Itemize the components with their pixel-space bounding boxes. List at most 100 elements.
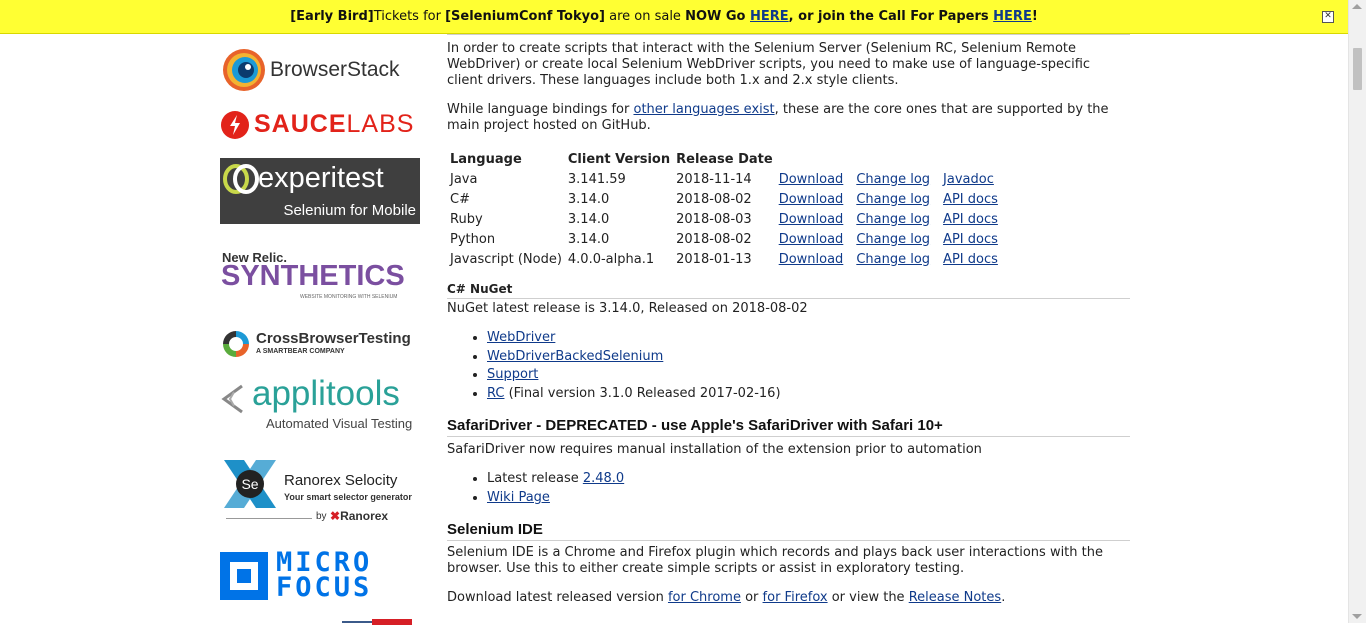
list-item: Wiki Page — [487, 489, 624, 508]
svg-text:Se: Se — [241, 476, 258, 492]
bindings-text-a: While language bindings for — [447, 102, 634, 117]
cell-version: 4.0.0-alpha.1 — [567, 251, 655, 267]
sponsor-saucelabs[interactable]: SAUCELABS — [218, 108, 423, 142]
sponsor-crossbrowsertesting[interactable]: CrossBrowserTesting A SMARTBEAR COMPANY — [218, 328, 423, 360]
table-row: C# 3.14.0 2018-08-02 Download Change log… — [447, 189, 1001, 209]
list-item: Support — [487, 366, 781, 385]
browserstack-name: BrowserStack — [270, 58, 400, 81]
header-language: Language — [450, 151, 522, 167]
safari-latest-label: Latest release — [487, 471, 583, 486]
ide-or-text: or — [740, 590, 763, 605]
download-link[interactable]: Download — [779, 232, 844, 247]
saucelabs-logo-icon — [221, 111, 249, 139]
nuget-text: NuGet latest release is 3.14.0, Released… — [447, 301, 808, 316]
table-row: Java 3.141.59 2018-11-14 Download Change… — [447, 169, 1001, 189]
cell-date: 2018-11-14 — [676, 171, 752, 187]
selenium-ide-download: Download latest released version for Chr… — [447, 590, 1122, 606]
sponsor-applitools[interactable]: applitools Automated Visual Testing — [218, 374, 423, 432]
announcement-banner: [Early Bird]Tickets for [SeleniumConf To… — [0, 0, 1348, 34]
docs-link[interactable]: API docs — [943, 192, 998, 207]
crossbrowsertesting-logo-icon — [223, 331, 249, 357]
cell-date: 2018-08-02 — [676, 191, 752, 207]
safaridriver-heading: SafariDriver - DEPRECATED - use Apple's … — [447, 417, 1130, 437]
changelog-link[interactable]: Change log — [856, 172, 930, 187]
banner-text: [Early Bird]Tickets for [SeleniumConf To… — [290, 9, 1038, 24]
header-empty — [853, 149, 940, 169]
ide-end-text: . — [1001, 590, 1006, 605]
ide-chrome-link[interactable]: for Chrome — [668, 590, 741, 605]
nuget-webdriver-link[interactable]: WebDriver — [487, 330, 555, 345]
microfocus-logo-icon — [220, 552, 268, 600]
download-link[interactable]: Download — [779, 192, 844, 207]
nuget-rc-link[interactable]: RC — [487, 386, 504, 401]
sponsor-experitest[interactable]: experitest Selenium for Mobile — [220, 158, 420, 224]
banner-tickets-link[interactable]: HERE — [750, 9, 789, 24]
synthetics-tagline: WEBSITE MONITORING WITH SELENIUM — [300, 294, 398, 300]
safari-latest-link[interactable]: 2.48.0 — [583, 471, 624, 486]
changelog-link[interactable]: Change log — [856, 192, 930, 207]
list-item: WebDriver — [487, 329, 781, 348]
cell-date: 2018-08-02 — [676, 231, 752, 247]
scroll-down-icon[interactable] — [1352, 614, 1362, 619]
changelog-link[interactable]: Change log — [856, 252, 930, 267]
changelog-link[interactable]: Change log — [856, 232, 930, 247]
nuget-support-link[interactable]: Support — [487, 367, 538, 382]
experitest-logo-icon — [223, 164, 259, 194]
ranorex-x-icon: ✖ — [330, 509, 341, 523]
scroll-up-icon[interactable] — [1352, 4, 1362, 9]
changelog-link[interactable]: Change log — [856, 212, 930, 227]
bindings-paragraph: While language bindings for other langua… — [447, 102, 1122, 134]
cell-date: 2018-08-03 — [676, 211, 752, 227]
cell-language: Javascript (Node) — [450, 251, 562, 267]
download-link[interactable]: Download — [779, 172, 844, 187]
ranorex-selocity-logo-icon: Se — [224, 460, 276, 508]
nuget-rc-note: (Final version 3.1.0 Released 2017-02-16… — [504, 385, 781, 401]
ide-firefox-link[interactable]: for Firefox — [763, 590, 828, 605]
banner-text-2: are on sale — [604, 9, 686, 24]
nuget-backed-selenium-link[interactable]: WebDriverBackedSelenium — [487, 349, 663, 364]
table-header-row: Language Client Version Release Date — [447, 149, 1001, 169]
ranorex-tagline: Your smart selector generator — [284, 492, 412, 502]
ranorex-title: Ranorex Selocity — [284, 472, 398, 489]
table-row: Python 3.14.0 2018-08-02 Download Change… — [447, 229, 1001, 249]
sponsor-microfocus[interactable]: MICRO FOCUS — [218, 549, 423, 604]
ide-view-text: or view the — [827, 590, 909, 605]
ide-release-notes-link[interactable]: Release Notes — [909, 590, 1001, 605]
table-row: Ruby 3.14.0 2018-08-03 Download Change l… — [447, 209, 1001, 229]
banner-cfp-link[interactable]: HERE — [993, 9, 1032, 24]
sponsor-newrelic[interactable]: New Relic. SYNTHETICS WEBSITE MONITORING… — [218, 250, 423, 302]
applitools-tagline: Automated Visual Testing — [266, 416, 413, 431]
browserstack-logo-icon — [223, 49, 265, 91]
close-icon[interactable]: ✕ — [1322, 11, 1334, 23]
sponsor-browserstack[interactable]: BrowserStack — [218, 48, 423, 94]
applitools-name: applitools — [252, 374, 400, 413]
safari-wiki-link[interactable]: Wiki Page — [487, 490, 550, 505]
list-item: RC (Final version 3.1.0 Released 2017-02… — [487, 385, 781, 404]
ranorex-brand: Ranorex — [340, 509, 389, 523]
scrollbar-thumb[interactable] — [1353, 48, 1362, 90]
selenium-ide-text: Selenium IDE is a Chrome and Firefox plu… — [447, 545, 1103, 576]
download-link[interactable]: Download — [779, 252, 844, 267]
cell-version: 3.14.0 — [567, 211, 610, 227]
cell-version: 3.14.0 — [567, 231, 610, 247]
docs-link[interactable]: API docs — [943, 212, 998, 227]
docs-link[interactable]: API docs — [943, 232, 998, 247]
experitest-name: experitest — [258, 162, 384, 194]
sponsor-ranorex[interactable]: Se Ranorex Selocity Your smart selector … — [218, 456, 423, 528]
experitest-tagline: Selenium for Mobile — [283, 202, 416, 219]
saucelabs-name-a: SAUCE — [254, 110, 347, 138]
docs-link[interactable]: API docs — [943, 252, 998, 267]
cell-language: C# — [450, 191, 470, 207]
section-divider — [447, 34, 1130, 35]
other-languages-link[interactable]: other languages exist — [633, 102, 774, 117]
microfocus-name-2: FOCUS — [276, 572, 373, 603]
cell-version: 3.14.0 — [567, 191, 610, 207]
docs-link[interactable]: Javadoc — [943, 172, 994, 187]
cell-language: Ruby — [450, 211, 483, 227]
header-empty — [776, 149, 854, 169]
download-link[interactable]: Download — [779, 212, 844, 227]
vertical-scrollbar[interactable] — [1348, 0, 1366, 623]
list-item: Latest release 2.48.0 — [487, 470, 624, 489]
cell-version: 3.141.59 — [567, 171, 626, 187]
selenium-ide-heading: Selenium IDE — [447, 521, 1130, 541]
